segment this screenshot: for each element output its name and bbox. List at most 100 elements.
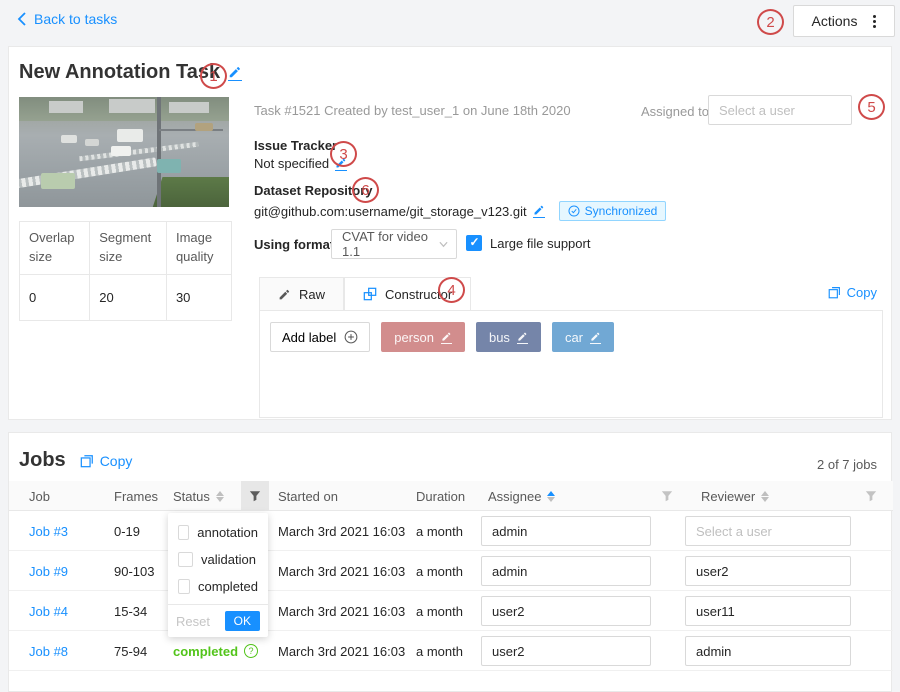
- chevron-down-icon: [439, 241, 448, 248]
- checkbox-unchecked-icon: [178, 552, 193, 567]
- tab-raw[interactable]: Raw: [259, 277, 344, 311]
- sync-status-text: Synchronized: [585, 204, 658, 218]
- filter-reset-button[interactable]: Reset: [176, 614, 210, 629]
- reviewer-sort-icon[interactable]: [761, 491, 769, 502]
- job-link[interactable]: Job #4: [29, 591, 68, 631]
- add-label-button[interactable]: Add label: [270, 322, 370, 352]
- table-row: Job #3 0-19 March 3rd 2021 16:03 a month: [9, 511, 893, 551]
- checkbox-unchecked-icon: [178, 579, 190, 594]
- table-row: Job #8 75-94 completed ? March 3rd 2021 …: [9, 631, 893, 671]
- filter-option-completed[interactable]: completed: [168, 573, 268, 600]
- edit-title-icon[interactable]: [228, 65, 242, 81]
- labels-copy-button[interactable]: Copy: [828, 285, 877, 300]
- assignee-sort-icon[interactable]: [547, 491, 555, 502]
- block-icon: [363, 287, 377, 301]
- format-select[interactable]: CVAT for video 1.1: [331, 229, 457, 259]
- reviewer-input[interactable]: [685, 636, 851, 666]
- frames-cell: 75-94: [114, 631, 147, 671]
- col-assignee[interactable]: Assignee: [488, 481, 555, 511]
- job-link[interactable]: Job #8: [29, 631, 68, 671]
- checkbox-checked-icon: [466, 235, 482, 251]
- duration-cell: a month: [416, 591, 463, 631]
- assignee-input[interactable]: [481, 596, 651, 626]
- status-text: completed: [173, 644, 238, 659]
- status-sort-icon[interactable]: [216, 491, 224, 502]
- filter-ok-button[interactable]: OK: [225, 611, 260, 631]
- started-cell: March 3rd 2021 16:03: [278, 551, 405, 591]
- col-reviewer[interactable]: Reviewer: [701, 481, 769, 511]
- labels-editor: Raw Constructor Copy Add label person: [259, 277, 883, 419]
- label-chip-person[interactable]: person: [381, 322, 465, 352]
- jobs-table-header: Job Frames Status Started on Duration As…: [9, 481, 893, 511]
- edit-label-car-icon[interactable]: [590, 331, 601, 344]
- chevron-left-icon: [16, 12, 28, 26]
- labels-editor-tabs: Raw Constructor Copy: [259, 277, 883, 311]
- assignee-input[interactable]: [481, 556, 651, 586]
- assignee-input[interactable]: [481, 636, 651, 666]
- filter-option-validation[interactable]: validation: [168, 546, 268, 573]
- labels-constructor-panel: Add label person bus car: [259, 310, 883, 418]
- duration-cell: a month: [416, 551, 463, 591]
- status-filter-button[interactable]: [241, 481, 269, 511]
- job-link[interactable]: Job #9: [29, 551, 68, 591]
- check-circle-icon: [568, 205, 580, 217]
- actions-label: Actions: [812, 13, 858, 29]
- jobs-count: 2 of 7 jobs: [817, 457, 877, 472]
- job-link[interactable]: Job #3: [29, 511, 68, 551]
- assignee-input[interactable]: [481, 516, 651, 546]
- issue-tracker-label: Issue Tracker: [254, 138, 337, 153]
- label-chip-car[interactable]: car: [552, 322, 614, 352]
- edit-label-person-icon[interactable]: [441, 331, 452, 344]
- task-assignee-input[interactable]: [708, 95, 852, 125]
- annotation-marker-1: 1: [200, 63, 227, 89]
- dataset-repository-row: git@github.com:username/git_storage_v123…: [254, 201, 666, 221]
- kebab-menu-icon: [873, 15, 876, 28]
- filter-funnel-icon: [661, 490, 673, 502]
- format-select-value: CVAT for video 1.1: [342, 229, 439, 259]
- frames-cell: 15-34: [114, 591, 147, 631]
- jobs-copy-button[interactable]: Copy: [80, 453, 133, 469]
- col-status[interactable]: Status: [173, 481, 224, 511]
- copy-icon: [828, 286, 841, 299]
- param-value-quality: 30: [166, 274, 231, 320]
- label-chip-person-name: person: [394, 330, 434, 345]
- jobs-card: Jobs Copy 2 of 7 jobs Job Frames Status …: [8, 432, 892, 692]
- back-to-tasks-label: Back to tasks: [34, 11, 117, 27]
- large-file-support-label: Large file support: [490, 236, 590, 251]
- param-header-segment: Segment size: [90, 222, 167, 275]
- duration-cell: a month: [416, 631, 463, 671]
- label-chip-car-name: car: [565, 330, 583, 345]
- assignee-filter-button[interactable]: [653, 481, 681, 511]
- assigned-to-label: Assigned to: [641, 104, 709, 119]
- annotation-marker-2: 2: [757, 9, 784, 35]
- reviewer-input[interactable]: [685, 516, 851, 546]
- edit-repository-icon[interactable]: [533, 204, 545, 218]
- task-params-table: Overlap size Segment size Image quality …: [19, 221, 232, 321]
- reviewer-filter-button[interactable]: [857, 481, 885, 511]
- jobs-title: Jobs: [19, 449, 66, 472]
- question-circle-icon: ?: [244, 644, 258, 658]
- task-preview-image: [19, 97, 229, 207]
- duration-cell: a month: [416, 511, 463, 551]
- reviewer-input[interactable]: [685, 556, 851, 586]
- large-file-support-checkbox[interactable]: Large file support: [466, 235, 590, 251]
- annotation-marker-6: 6: [352, 177, 379, 203]
- jobs-copy-label: Copy: [100, 453, 133, 469]
- reviewer-input[interactable]: [685, 596, 851, 626]
- status-filter-dropdown: annotation validation completed Reset OK: [168, 513, 268, 637]
- label-chip-bus[interactable]: bus: [476, 322, 541, 352]
- filter-option-label: validation: [201, 552, 256, 567]
- back-to-tasks-link[interactable]: Back to tasks: [16, 11, 117, 27]
- edit-label-bus-icon[interactable]: [517, 331, 528, 344]
- label-chip-bus-name: bus: [489, 330, 510, 345]
- started-cell: March 3rd 2021 16:03: [278, 591, 405, 631]
- frames-cell: 0-19: [114, 511, 140, 551]
- actions-button[interactable]: Actions: [793, 5, 895, 37]
- col-frames: Frames: [114, 481, 158, 511]
- using-format-label: Using format:: [254, 237, 339, 252]
- col-started: Started on: [278, 481, 338, 511]
- filter-option-annotation[interactable]: annotation: [168, 519, 268, 546]
- checkbox-unchecked-icon: [178, 525, 189, 540]
- col-duration: Duration: [416, 481, 465, 511]
- copy-icon: [80, 454, 94, 468]
